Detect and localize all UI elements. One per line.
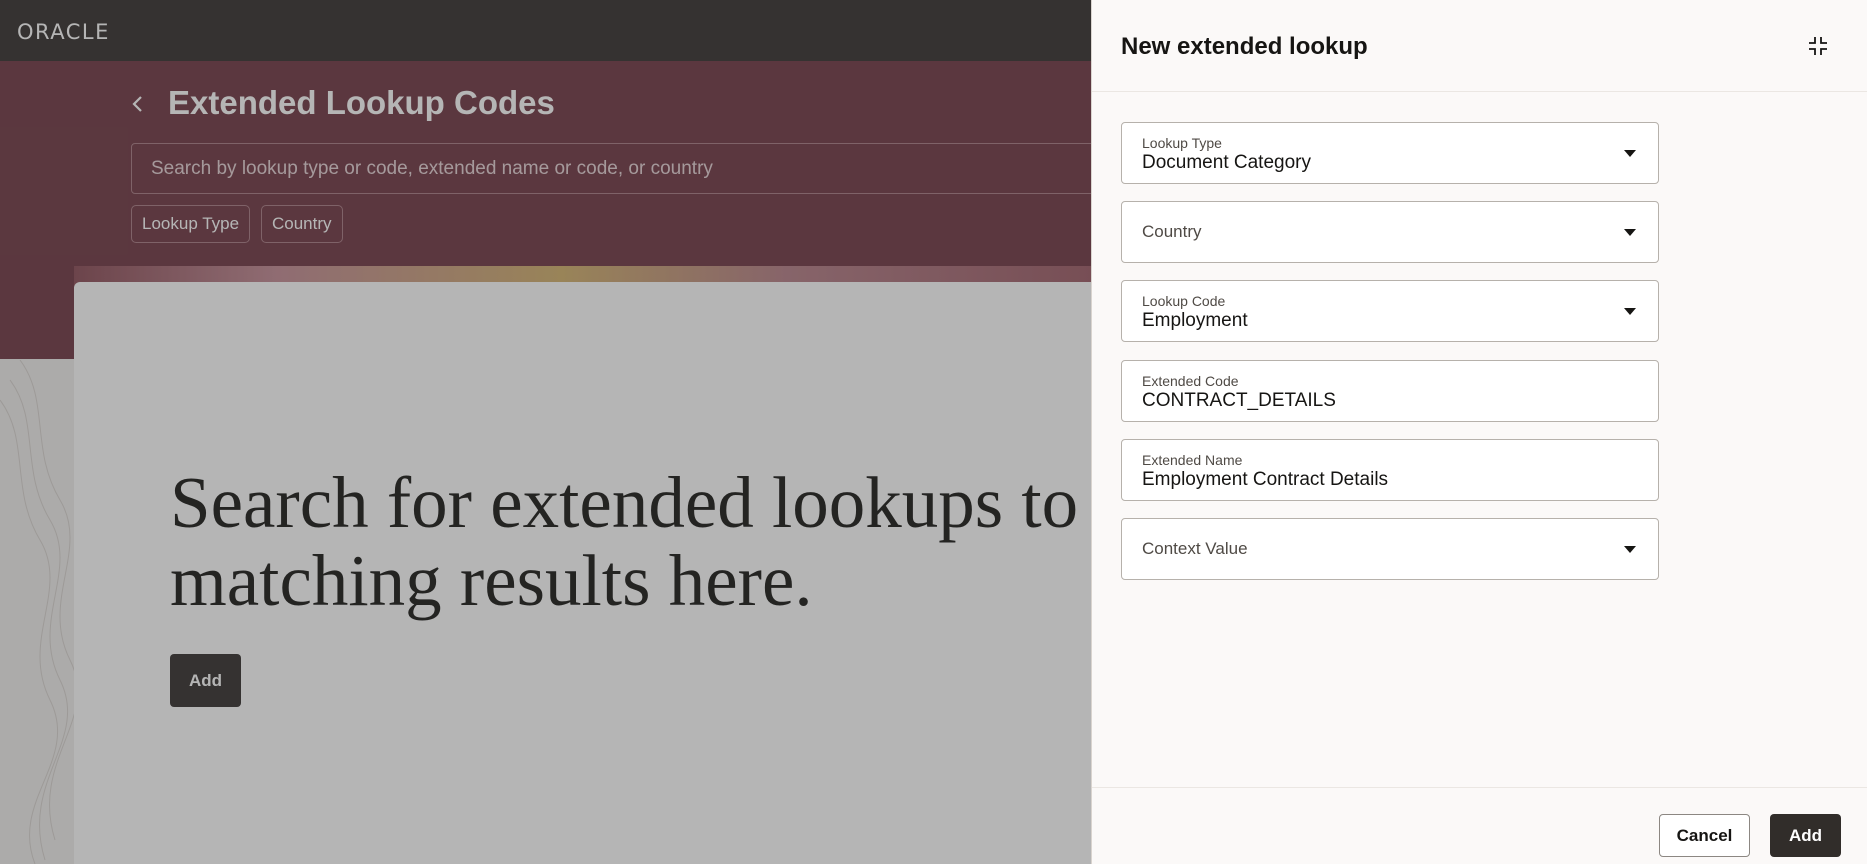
- drawer-header: New extended lookup: [1092, 0, 1867, 92]
- chevron-down-icon[interactable]: [1624, 546, 1636, 553]
- lookup-code-label: Lookup Code: [1142, 293, 1226, 309]
- chevron-down-icon[interactable]: [1624, 229, 1636, 236]
- extended-name-value[interactable]: Employment Contract Details: [1142, 469, 1388, 491]
- country-select[interactable]: Country: [1121, 201, 1659, 263]
- modal-overlay[interactable]: [0, 0, 1091, 864]
- lookup-code-value: Employment: [1142, 310, 1248, 331]
- chevron-down-icon[interactable]: [1624, 150, 1636, 157]
- context-value-label: Context Value: [1142, 539, 1248, 558]
- extended-code-value[interactable]: CONTRACT_DETAILS: [1142, 390, 1336, 412]
- drawer-footer: Cancel Add: [1092, 787, 1867, 864]
- lookup-code-select[interactable]: Lookup Code Employment: [1121, 280, 1659, 342]
- country-label: Country: [1142, 222, 1202, 241]
- extended-code-label: Extended Code: [1142, 373, 1239, 389]
- extended-name-label: Extended Name: [1142, 452, 1243, 468]
- lookup-type-value: Document Category: [1142, 152, 1311, 173]
- add-button[interactable]: Add: [1770, 814, 1841, 857]
- cancel-button[interactable]: Cancel: [1659, 814, 1750, 857]
- context-value-select[interactable]: Context Value: [1121, 518, 1659, 580]
- lookup-type-select[interactable]: Lookup Type Document Category: [1121, 122, 1659, 184]
- extended-name-field[interactable]: Extended Name Employment Contract Detail…: [1121, 439, 1659, 501]
- new-extended-lookup-drawer: New extended lookup Lookup Type Document…: [1091, 0, 1867, 864]
- extended-code-field[interactable]: Extended Code CONTRACT_DETAILS: [1121, 360, 1659, 422]
- background-page: ORACLE Extended Lookup Codes Lookup Type…: [0, 0, 1091, 864]
- lookup-type-label: Lookup Type: [1142, 135, 1222, 151]
- drawer-title: New extended lookup: [1121, 33, 1368, 60]
- collapse-icon[interactable]: [1806, 34, 1830, 58]
- chevron-down-icon[interactable]: [1624, 308, 1636, 315]
